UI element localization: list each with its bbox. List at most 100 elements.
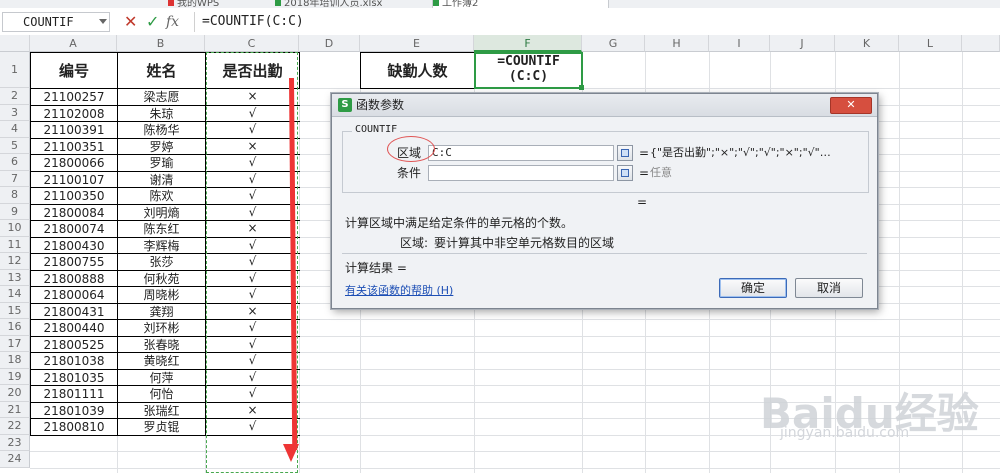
- column-header-f[interactable]: F: [474, 35, 582, 52]
- column-header-j[interactable]: J: [770, 35, 835, 52]
- row-header-22[interactable]: 22: [0, 418, 30, 435]
- row-header-14[interactable]: 14: [0, 286, 30, 303]
- table-cell[interactable]: 21800525: [30, 335, 118, 353]
- table-cell[interactable]: 何萍: [117, 368, 206, 386]
- table-cell[interactable]: 21800064: [30, 286, 118, 304]
- criteria-input[interactable]: [428, 165, 614, 181]
- row-header-13[interactable]: 13: [0, 269, 30, 286]
- insert-function-icon[interactable]: fx: [166, 13, 179, 31]
- row-header-23[interactable]: 23: [0, 434, 30, 451]
- table-cell[interactable]: 梁志愿: [117, 88, 206, 106]
- row-header-16[interactable]: 16: [0, 319, 30, 336]
- formula-cell-f1[interactable]: =COUNTIF (C:C): [474, 52, 583, 89]
- column-header-a[interactable]: A: [30, 35, 117, 52]
- tab-training-file[interactable]: 2018年培训人员.xlsx: [275, 0, 425, 8]
- row-header-2[interactable]: 2: [0, 88, 30, 105]
- cancel-button[interactable]: 取消: [795, 278, 863, 298]
- fill-handle[interactable]: [579, 85, 584, 90]
- table-cell[interactable]: 21801035: [30, 368, 118, 386]
- table-cell[interactable]: 21800810: [30, 418, 118, 436]
- help-link[interactable]: 有关该函数的帮助 (H): [345, 282, 453, 298]
- row-header-8[interactable]: 8: [0, 187, 30, 204]
- row-header-11[interactable]: 11: [0, 236, 30, 253]
- row-header-17[interactable]: 17: [0, 335, 30, 352]
- row-header-12[interactable]: 12: [0, 253, 30, 270]
- table-cell[interactable]: 21800888: [30, 269, 118, 287]
- table-cell[interactable]: 21100107: [30, 170, 118, 188]
- table-header-cell[interactable]: 姓名: [117, 52, 206, 89]
- row-header-5[interactable]: 5: [0, 137, 30, 154]
- row-header-10[interactable]: 10: [0, 220, 30, 237]
- table-cell[interactable]: 21800074: [30, 220, 118, 238]
- column-header-e[interactable]: E: [360, 35, 474, 52]
- table-cell[interactable]: 陈东红: [117, 220, 206, 238]
- row-header-20[interactable]: 20: [0, 385, 30, 402]
- column-header-h[interactable]: H: [645, 35, 709, 52]
- table-cell[interactable]: 21801111: [30, 385, 118, 403]
- table-cell[interactable]: 21800066: [30, 154, 118, 172]
- ok-button[interactable]: 确定: [719, 278, 787, 298]
- column-header-l[interactable]: L: [899, 35, 962, 52]
- table-cell[interactable]: 罗贞锟: [117, 418, 206, 436]
- table-cell[interactable]: 陈欢: [117, 187, 206, 205]
- row-header-24[interactable]: 24: [0, 451, 30, 468]
- row-header-1[interactable]: 1: [0, 52, 30, 88]
- chevron-down-icon[interactable]: [99, 19, 107, 24]
- dialog-title-bar[interactable]: [332, 94, 877, 117]
- table-cell[interactable]: 21100351: [30, 137, 118, 155]
- column-header-c[interactable]: C: [205, 35, 299, 52]
- table-cell[interactable]: 21801039: [30, 401, 118, 419]
- column-header-d[interactable]: D: [299, 35, 360, 52]
- row-header-19[interactable]: 19: [0, 368, 30, 385]
- column-header-m[interactable]: [962, 35, 1000, 52]
- range-select-icon[interactable]: [617, 145, 633, 161]
- table-cell[interactable]: 罗瑜: [117, 154, 206, 172]
- cancel-icon[interactable]: ✕: [124, 13, 137, 31]
- table-cell[interactable]: 21800755: [30, 253, 118, 271]
- column-header-b[interactable]: B: [117, 35, 205, 52]
- table-cell[interactable]: 何秋苑: [117, 269, 206, 287]
- table-cell[interactable]: 罗婷: [117, 137, 206, 155]
- table-cell[interactable]: 刘环彬: [117, 319, 206, 337]
- confirm-icon[interactable]: ✓: [146, 13, 159, 31]
- absence-label-cell[interactable]: 缺勤人数: [360, 52, 475, 89]
- close-button[interactable]: ✕: [830, 97, 872, 114]
- row-header-15[interactable]: 15: [0, 302, 30, 319]
- table-cell[interactable]: 21800431: [30, 302, 118, 320]
- row-header-7[interactable]: 7: [0, 170, 30, 187]
- table-cell[interactable]: 黄晓红: [117, 352, 206, 370]
- row-header-3[interactable]: 3: [0, 104, 30, 121]
- select-all-corner[interactable]: [0, 35, 30, 52]
- table-cell[interactable]: 21100257: [30, 88, 118, 106]
- range-input[interactable]: C:C: [428, 145, 614, 161]
- table-cell[interactable]: 张春晓: [117, 335, 206, 353]
- name-box[interactable]: COUNTIF: [2, 12, 110, 32]
- formula-input[interactable]: =COUNTIF(C:C): [202, 13, 304, 31]
- table-cell[interactable]: 刘明熵: [117, 203, 206, 221]
- table-cell[interactable]: 21800084: [30, 203, 118, 221]
- table-cell[interactable]: 张莎: [117, 253, 206, 271]
- table-cell[interactable]: 陈杨华: [117, 121, 206, 139]
- row-header-6[interactable]: 6: [0, 154, 30, 171]
- table-cell[interactable]: 龚翔: [117, 302, 206, 320]
- row-header-18[interactable]: 18: [0, 352, 30, 369]
- row-header-21[interactable]: 21: [0, 401, 30, 418]
- table-cell[interactable]: 21800430: [30, 236, 118, 254]
- table-cell[interactable]: 21102008: [30, 104, 118, 122]
- row-header-9[interactable]: 9: [0, 203, 30, 220]
- table-cell[interactable]: 21100391: [30, 121, 118, 139]
- criteria-select-icon[interactable]: [617, 165, 633, 181]
- column-header-k[interactable]: K: [835, 35, 899, 52]
- table-cell[interactable]: 周晓彬: [117, 286, 206, 304]
- table-cell[interactable]: 21801038: [30, 352, 118, 370]
- table-cell[interactable]: 李辉梅: [117, 236, 206, 254]
- table-cell[interactable]: 朱琼: [117, 104, 206, 122]
- column-header-g[interactable]: G: [582, 35, 645, 52]
- table-cell[interactable]: 21100350: [30, 187, 118, 205]
- row-header-4[interactable]: 4: [0, 121, 30, 138]
- table-cell[interactable]: 张瑞红: [117, 401, 206, 419]
- table-cell[interactable]: 21800440: [30, 319, 118, 337]
- table-cell[interactable]: 谢清: [117, 170, 206, 188]
- table-cell[interactable]: 何怡: [117, 385, 206, 403]
- tab-my-wps[interactable]: 我的WPS: [168, 0, 263, 8]
